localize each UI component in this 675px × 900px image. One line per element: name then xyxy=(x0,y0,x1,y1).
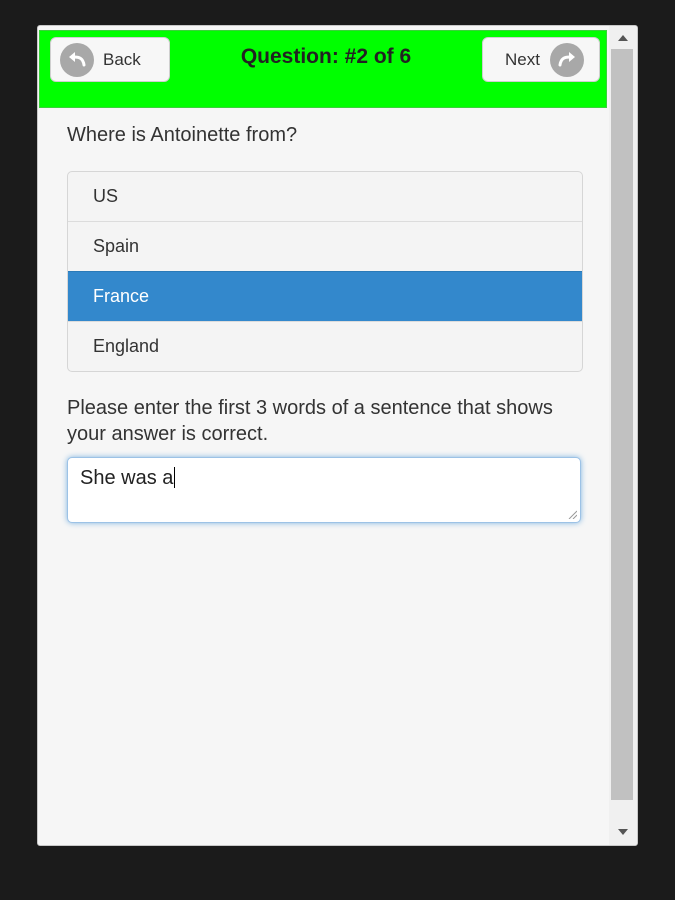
page-title: Question: #2 of 6 xyxy=(240,45,412,68)
evidence-textarea[interactable]: She was a xyxy=(67,457,581,523)
quiz-window: Back Question: #2 of 6 Next Where is Ant… xyxy=(37,25,638,846)
scroll-thumb[interactable] xyxy=(611,49,633,800)
back-button[interactable]: Back xyxy=(50,37,170,82)
question-text: Where is Antoinette from? xyxy=(67,124,298,146)
scroll-up-button[interactable] xyxy=(609,28,637,48)
answer-option-france[interactable]: France xyxy=(68,271,582,321)
circle-arrow-left-icon xyxy=(60,42,94,77)
header-bar: Back Question: #2 of 6 Next xyxy=(39,30,607,108)
next-button-label: Next xyxy=(505,49,540,69)
answer-options-list: US Spain France England xyxy=(67,171,583,372)
scroll-down-button[interactable] xyxy=(609,822,637,842)
answer-option-england[interactable]: England xyxy=(68,321,582,371)
triangle-down-icon xyxy=(618,829,628,835)
triangle-up-icon xyxy=(618,35,628,41)
evidence-prompt: Please enter the first 3 words of a sent… xyxy=(67,397,553,445)
vertical-scrollbar[interactable] xyxy=(609,26,637,845)
back-button-label: Back xyxy=(103,49,141,69)
answer-option-spain[interactable]: Spain xyxy=(68,221,582,271)
resize-grip-icon[interactable] xyxy=(567,509,577,519)
next-button[interactable]: Next xyxy=(482,37,600,82)
evidence-text: She was a xyxy=(80,467,174,489)
circle-arrow-right-icon xyxy=(549,42,584,77)
text-caret xyxy=(174,467,176,488)
answer-option-us[interactable]: US xyxy=(68,172,582,221)
